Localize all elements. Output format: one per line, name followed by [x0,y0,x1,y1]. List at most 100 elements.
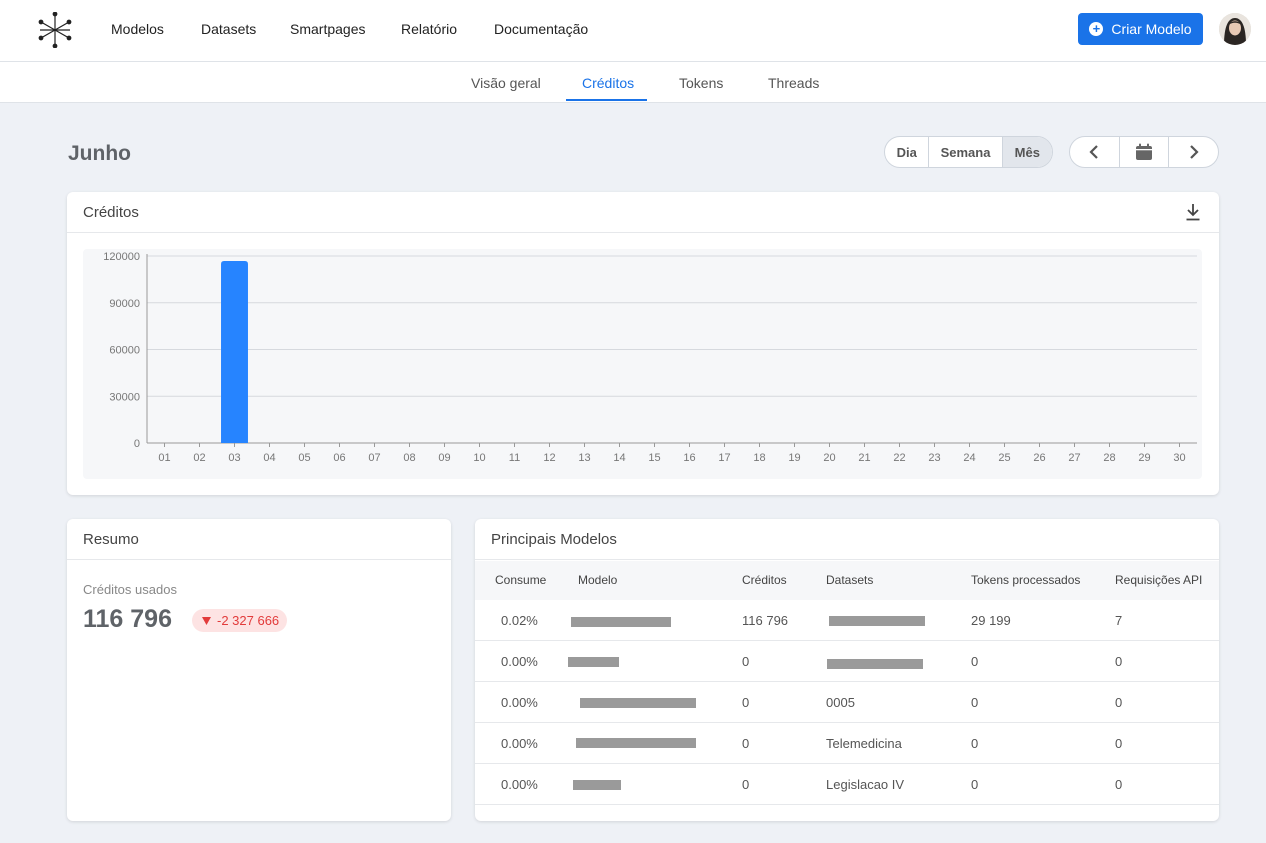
previous-period-button[interactable] [1070,137,1120,167]
x-tick-label: 11 [509,452,520,464]
cell-datasets: 0005 [826,695,855,710]
x-tick-label: 29 [1138,452,1150,464]
credits-used-value: 116 796 [83,605,172,633]
x-tick-label: 26 [1033,452,1045,464]
next-period-button[interactable] [1169,137,1218,167]
cell-requisicoes: 7 [1115,613,1123,628]
redacted-model-name [573,780,621,790]
tab-creditos[interactable]: Créditos [582,75,634,91]
cell-requisicoes: 0 [1115,736,1123,751]
redacted-model-name [576,738,696,748]
summary-card-header: Resumo [67,519,451,560]
x-tick-label: 05 [298,452,310,464]
top-models-card-title: Principais Modelos [491,531,617,548]
period-mes-button[interactable]: Mês [1002,137,1052,167]
chart-bar[interactable] [221,260,248,443]
x-tick-label: 06 [333,452,345,464]
column-header-modelo[interactable]: Modelo [578,573,617,587]
table-row[interactable]: 0.00% 0 Legislacao IV 0 0 [475,764,1219,805]
nav-relatorio[interactable]: Relatório [401,21,457,37]
cell-consume: 0.00% [501,736,538,751]
active-tab-indicator [566,99,647,101]
y-tick-label: 60000 [109,345,140,357]
x-tick-label: 30 [1173,452,1185,464]
redacted-model-name [568,657,619,667]
user-avatar-icon [1219,13,1251,45]
credits-card-header: Créditos [67,192,1219,233]
top-models-card: Principais Modelos Consume Modelo Crédit… [475,519,1219,821]
calendar-button[interactable] [1120,137,1170,167]
page-title: Junho [68,142,131,165]
cell-consume: 0.00% [501,654,538,669]
x-tick-label: 25 [998,452,1010,464]
cell-datasets: Telemedicina [826,736,902,751]
credits-card-title: Créditos [83,204,139,221]
redacted-model-name [571,617,671,627]
x-tick-label: 20 [823,452,835,464]
cell-creditos: 0 [742,777,750,792]
cell-consume: 0.00% [501,695,538,710]
x-tick-label: 16 [683,452,695,464]
x-tick-label: 04 [263,452,275,464]
x-tick-label: 10 [473,452,485,464]
cell-tokens: 0 [971,777,979,792]
x-tick-label: 17 [718,452,730,464]
period-selector: Dia Semana Mês [884,136,1053,168]
table-row[interactable]: 0.02% 116 796 29 199 7 [475,600,1219,641]
x-tick-label: 21 [858,452,870,464]
x-tick-label: 07 [368,452,380,464]
y-tick-label: 30000 [109,391,140,403]
cell-creditos: 0 [742,695,750,710]
summary-card-title: Resumo [83,531,139,548]
cell-requisicoes: 0 [1115,777,1123,792]
period-semana-button[interactable]: Semana [929,137,1003,167]
period-dia-button[interactable]: Dia [885,137,930,167]
top-models-card-header: Principais Modelos [475,519,1219,560]
cell-consume: 0.00% [501,777,538,792]
x-tick-label: 24 [963,452,975,464]
cell-creditos: 0 [742,654,750,669]
cell-tokens: 0 [971,695,979,710]
column-header-consume[interactable]: Consume [495,573,546,587]
credits-used-label: Créditos usados [83,582,177,597]
table-row[interactable]: 0.00% 0 Telemedicina 0 0 [475,723,1219,764]
tab-tokens[interactable]: Tokens [679,75,723,91]
table-row[interactable]: 0.00% 0 0 0 [475,641,1219,682]
create-model-button[interactable]: + Criar Modelo [1078,13,1203,45]
x-tick-label: 01 [158,452,170,464]
x-tick-label: 15 [648,452,660,464]
x-tick-label: 13 [578,452,590,464]
column-header-creditos[interactable]: Créditos [742,573,787,587]
column-header-requisicoes[interactable]: Requisições API [1115,573,1202,587]
nav-datasets[interactable]: Datasets [201,21,256,37]
x-tick-label: 27 [1068,452,1080,464]
nav-smartpages[interactable]: Smartpages [290,21,365,37]
x-tick-label: 14 [613,452,625,464]
chevron-right-icon [1189,145,1199,159]
cell-tokens: 0 [971,654,979,669]
plus-circle-icon: + [1089,22,1104,36]
y-tick-label: 0 [134,438,140,450]
cell-requisicoes: 0 [1115,654,1123,669]
tab-visao-geral[interactable]: Visão geral [471,75,541,91]
column-header-tokens[interactable]: Tokens processados [971,573,1080,587]
nav-modelos[interactable]: Modelos [111,21,164,37]
logo-icon[interactable] [38,12,72,48]
avatar[interactable] [1219,13,1251,45]
cell-tokens: 0 [971,736,979,751]
credits-chart: 0 30000 60000 90000 120000 01 02 03 04 05 06 07 08 09… [83,249,1202,479]
cell-creditos: 0 [742,736,750,751]
y-tick-label: 90000 [109,298,140,310]
table-row[interactable]: 0.00% 0 0005 0 0 [475,682,1219,723]
redacted-dataset-name [829,616,925,626]
sub-tabs: Visão geral Créditos Tokens Threads [0,62,1266,103]
x-tick-label: 19 [788,452,800,464]
nav-documentacao[interactable]: Documentação [494,21,588,37]
column-header-datasets[interactable]: Datasets [826,573,873,587]
redacted-model-name [580,698,696,708]
arrow-down-icon [202,616,211,625]
x-tick-label: 03 [228,452,240,464]
x-tick-label: 28 [1103,452,1115,464]
download-icon[interactable] [1185,203,1201,221]
tab-threads[interactable]: Threads [768,75,819,91]
